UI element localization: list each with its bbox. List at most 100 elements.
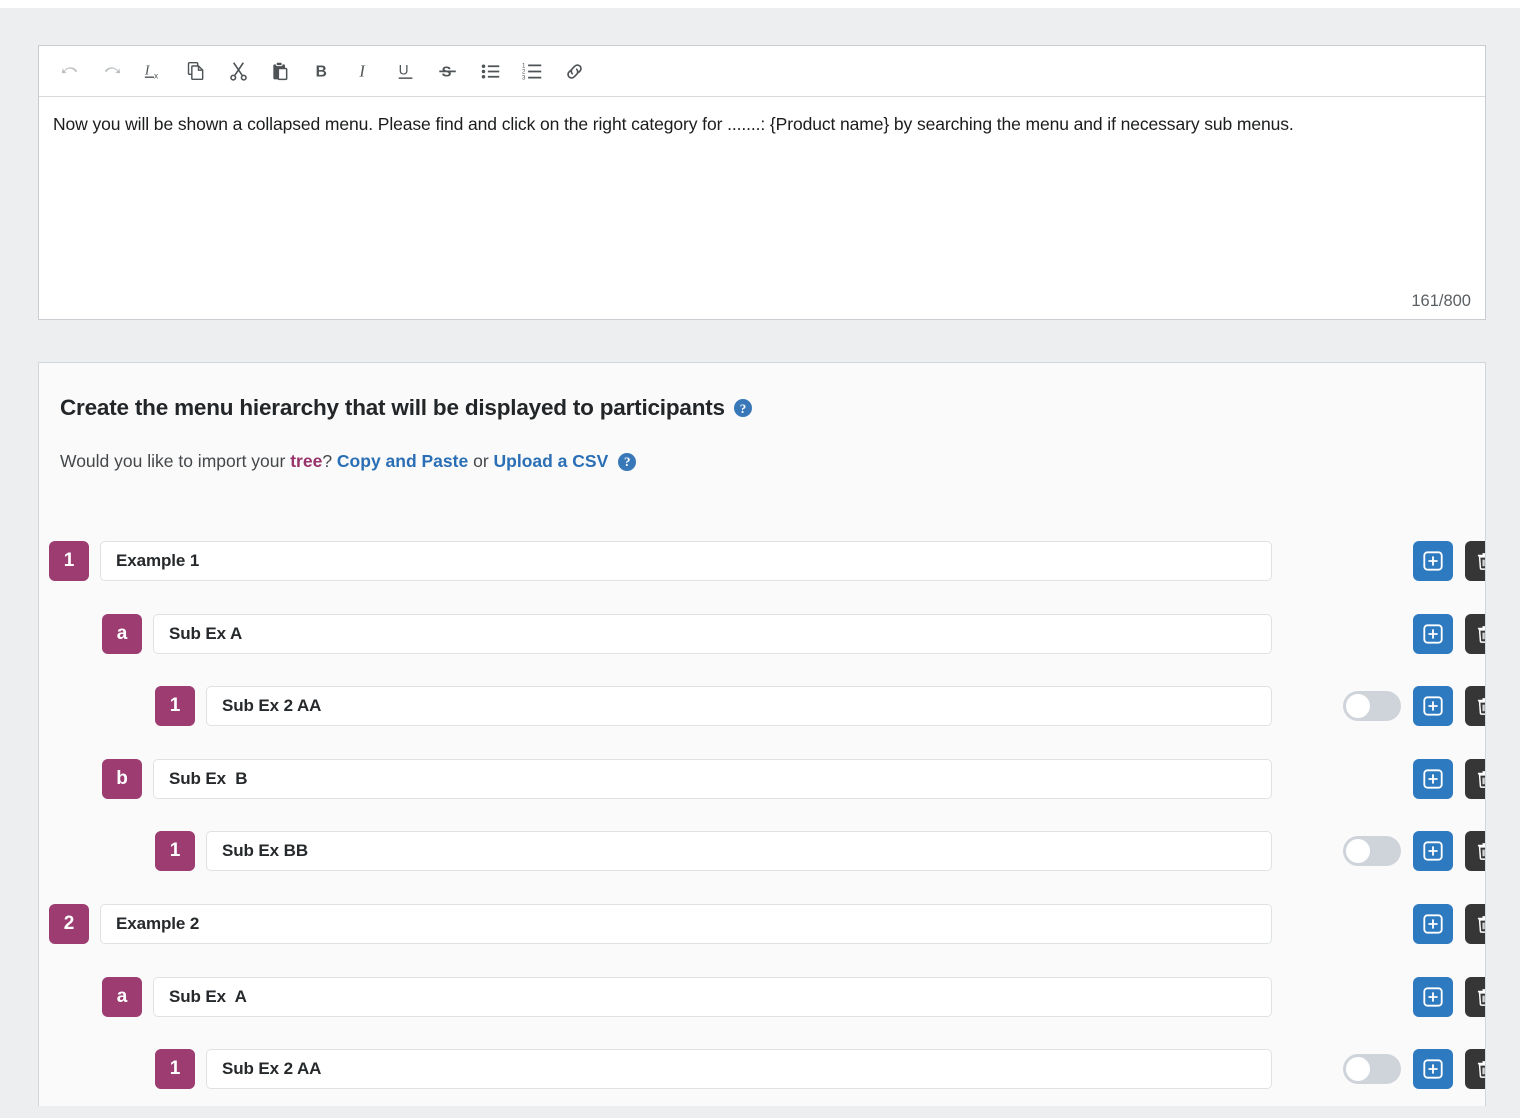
tree-node-input[interactable]: Sub Ex A (153, 977, 1272, 1017)
trash-icon (1475, 1059, 1486, 1079)
plus-square-icon (1422, 695, 1444, 717)
tree-node-input[interactable]: Sub Ex 2 AA (206, 1049, 1272, 1089)
delete-node-button[interactable] (1465, 614, 1486, 654)
tree-row-index-badge: 1 (49, 541, 89, 581)
copy-and-paste-link[interactable]: Copy and Paste (337, 451, 468, 472)
tree-row: 1 Sub Ex 2 AA (39, 1046, 1486, 1092)
tree-row: a Sub Ex A (39, 611, 1486, 657)
delete-node-button[interactable] (1465, 541, 1486, 581)
numbered-list-icon[interactable]: 123 (511, 52, 553, 90)
tree-row-actions (1343, 828, 1486, 874)
delete-node-button[interactable] (1465, 1049, 1486, 1089)
page-root: IxBIUS123 Now you will be shown a collap… (0, 0, 1520, 1118)
node-enable-toggle[interactable] (1343, 691, 1401, 721)
editor-body[interactable]: Now you will be shown a collapsed menu. … (39, 97, 1485, 319)
add-child-node-button[interactable] (1413, 977, 1453, 1017)
bold-icon[interactable]: B (301, 52, 343, 90)
plus-square-icon (1422, 768, 1444, 790)
tree-node-input[interactable]: Sub Ex A (153, 614, 1272, 654)
delete-node-button[interactable] (1465, 759, 1486, 799)
toggle-knob (1346, 1057, 1370, 1081)
node-enable-toggle[interactable] (1343, 836, 1401, 866)
plus-square-icon (1422, 550, 1444, 572)
svg-text:I: I (144, 63, 151, 78)
svg-text:3: 3 (522, 74, 526, 81)
svg-text:S: S (442, 65, 452, 81)
hierarchy-heading: Create the menu hierarchy that will be d… (60, 395, 752, 421)
paste-icon[interactable] (259, 52, 301, 90)
tree-row-index-badge: 1 (155, 831, 195, 871)
tree-row-index-badge: b (102, 759, 142, 799)
add-child-node-button[interactable] (1413, 614, 1453, 654)
undo-icon[interactable] (49, 52, 91, 90)
tree-row: 1 Sub Ex BB (39, 828, 1486, 874)
tree-row-index-badge: 2 (49, 904, 89, 944)
underline-icon[interactable]: U (385, 52, 427, 90)
svg-text:B: B (316, 64, 327, 81)
add-child-node-button[interactable] (1413, 1049, 1453, 1089)
tree-row-actions (1343, 974, 1486, 1020)
add-child-node-button[interactable] (1413, 686, 1453, 726)
add-child-node-button[interactable] (1413, 759, 1453, 799)
add-child-node-button[interactable] (1413, 541, 1453, 581)
editor-toolbar: Ix B I U S 123 (39, 46, 1485, 97)
help-icon[interactable]: ? (618, 453, 636, 471)
tree-row-index-badge: 1 (155, 1049, 195, 1089)
upload-csv-link[interactable]: Upload a CSV (494, 451, 609, 472)
tree-row-index-badge: 1 (155, 686, 195, 726)
delete-node-button[interactable] (1465, 831, 1486, 871)
toggle-knob (1346, 839, 1370, 863)
tree-row: a Sub Ex A (39, 974, 1486, 1020)
trash-icon (1475, 841, 1486, 861)
copy-icon[interactable] (175, 52, 217, 90)
tree-node-input[interactable]: Example 2 (100, 904, 1272, 944)
remove-format-icon[interactable]: Ix (133, 52, 175, 90)
toggle-placeholder (1343, 546, 1401, 576)
plus-square-icon (1422, 623, 1444, 645)
tree-row-actions (1343, 611, 1486, 657)
top-strip (0, 0, 1520, 8)
toggle-placeholder (1343, 619, 1401, 649)
node-enable-toggle[interactable] (1343, 1054, 1401, 1084)
import-or-text: or (468, 451, 493, 472)
menu-hierarchy-card: Create the menu hierarchy that will be d… (38, 362, 1486, 1106)
svg-text:U: U (399, 63, 409, 78)
plus-square-icon (1422, 1058, 1444, 1080)
plus-square-icon (1422, 913, 1444, 935)
bulleted-list-icon[interactable] (469, 52, 511, 90)
link-icon[interactable] (553, 52, 595, 90)
help-icon[interactable]: ? (734, 399, 752, 417)
toggle-placeholder (1343, 909, 1401, 939)
trash-icon (1475, 624, 1486, 644)
import-prefix-text: Would you like to import your (60, 451, 290, 472)
rich-text-editor-panel: Ix B I U S 123 Now you will be shown a collap… (38, 45, 1486, 320)
tree-row-actions (1343, 756, 1486, 802)
add-child-node-button[interactable] (1413, 904, 1453, 944)
tree-row: 1 Sub Ex 2 AA (39, 683, 1486, 729)
delete-node-button[interactable] (1465, 686, 1486, 726)
tree-node-input[interactable]: Sub Ex BB (206, 831, 1272, 871)
tree-row-actions (1343, 683, 1486, 729)
hierarchy-heading-text: Create the menu hierarchy that will be d… (60, 395, 725, 421)
tree-row-index-badge: a (102, 614, 142, 654)
tree-node-input[interactable]: Example 1 (100, 541, 1272, 581)
svg-text:x: x (154, 71, 159, 80)
svg-text:I: I (358, 62, 366, 81)
redo-icon[interactable] (91, 52, 133, 90)
tree-node-input[interactable]: Sub Ex B (153, 759, 1272, 799)
editor-content-text[interactable]: Now you will be shown a collapsed menu. … (53, 111, 1398, 137)
tree-row-index-badge: a (102, 977, 142, 1017)
delete-node-button[interactable] (1465, 977, 1486, 1017)
cut-icon[interactable] (217, 52, 259, 90)
trash-icon (1475, 987, 1486, 1007)
import-options-line: Would you like to import your tree ? Cop… (60, 451, 636, 472)
tree-node-input[interactable]: Sub Ex 2 AA (206, 686, 1272, 726)
toggle-placeholder (1343, 982, 1401, 1012)
add-child-node-button[interactable] (1413, 831, 1453, 871)
italic-icon[interactable]: I (343, 52, 385, 90)
strikethrough-icon[interactable]: S (427, 52, 469, 90)
plus-square-icon (1422, 986, 1444, 1008)
tree-row-actions (1343, 538, 1486, 584)
delete-node-button[interactable] (1465, 904, 1486, 944)
character-counter: 161/800 (1411, 292, 1471, 311)
